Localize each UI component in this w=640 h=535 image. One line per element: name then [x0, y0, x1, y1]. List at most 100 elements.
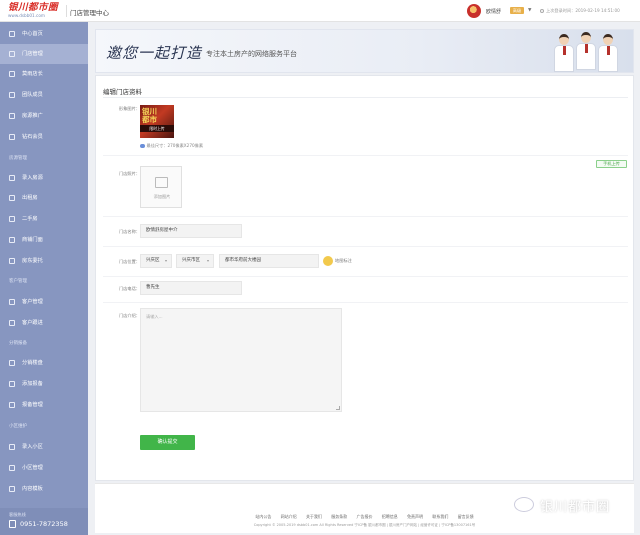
footer-link[interactable]: 招聘信息 [382, 514, 398, 519]
banner-person-image [598, 34, 618, 72]
sidebar-item-label: 录入房源 [22, 175, 43, 181]
promote-icon [9, 113, 15, 119]
chevron-down-icon[interactable]: ▼ [528, 8, 531, 13]
phone-icon [9, 520, 16, 528]
sidebar-group-community: 小区维护 [9, 424, 27, 429]
row-divider [103, 302, 628, 303]
sidebar-item-manager[interactable]: 莫雨店长 [0, 64, 88, 84]
sidebar-item-templates[interactable]: 内容模板 [0, 479, 88, 499]
footer-link[interactable]: 网站介绍 [281, 514, 297, 519]
watermark-text: 银川都市圈 [540, 500, 611, 515]
store-phone-label: 门店电话： [119, 286, 140, 291]
store-icon [9, 51, 15, 57]
add-photo-button[interactable]: 添加图片 [140, 166, 182, 208]
user-name[interactable]: 欧情舒 [486, 8, 501, 15]
footer-link[interactable]: 留言反馈 [458, 514, 474, 519]
sidebar-item-label: 门店管理 [22, 51, 43, 57]
cover-image-text: 银川 都市 [142, 107, 157, 124]
cover-label: 形象图片： [119, 106, 140, 111]
sidebar-item-store-manage[interactable]: 门店管理 [0, 44, 88, 64]
sidebar-item-label: 报备管理 [22, 402, 43, 408]
user-icon [9, 71, 15, 77]
cover-size-hint: 最佳尺寸：270像素X270像素 [140, 143, 203, 149]
city-select[interactable]: 兴庆区 ▾ [140, 254, 172, 268]
edit-icon [9, 175, 15, 181]
sidebar-item-vip[interactable]: 钻石会员 [0, 127, 88, 147]
row-divider [103, 276, 628, 277]
image-placeholder-icon [155, 177, 168, 188]
sidebar-item-resale[interactable]: 二手房 [0, 209, 88, 229]
sidebar-item-report-manage[interactable]: 报备管理 [0, 395, 88, 415]
map-mark-link[interactable]: 地图标注 [335, 258, 352, 264]
sidebar-item-promote[interactable]: 房源推广 [0, 106, 88, 126]
site-logo[interactable]: 银川都市圈 www.dsbb01.com [8, 2, 64, 20]
sidebar-item-label: 商铺门面 [22, 237, 43, 243]
address-input[interactable]: 都市华府前大楼园 [219, 254, 319, 268]
row-divider [103, 216, 628, 217]
sidebar-item-add-report[interactable]: 添加报备 [0, 374, 88, 394]
edit-store-panel: 编辑门店资料 形象图片： 银川 都市 限时上传 最佳尺寸：270像素X270像素 … [95, 75, 634, 481]
mobile-upload-button[interactable]: 手机上传 [596, 160, 627, 168]
district-select[interactable]: 兴庆市区 ▾ [176, 254, 214, 268]
template-icon [9, 486, 15, 492]
store-intro-textarea[interactable]: 请输入... [140, 308, 342, 412]
chevron-down-icon: ▾ [164, 258, 167, 263]
sidebar-item-distribution[interactable]: 分销楼盘 [0, 353, 88, 373]
user-level-badge: 高级 [510, 7, 524, 14]
key-icon [9, 195, 15, 201]
sidebar-group-customers: 客户管理 [9, 279, 27, 284]
store-name-input[interactable]: 欧情舒房屋中介 [140, 224, 242, 238]
sidebar-group-distribution: 分销报备 [9, 341, 27, 346]
chevron-down-icon: ▾ [206, 258, 209, 263]
sidebar-item-label: 团队成员 [22, 92, 43, 98]
sidebar-item-label: 客户管理 [22, 299, 43, 305]
sidebar-item-label: 钻石会员 [22, 134, 43, 140]
sidebar-item-followup[interactable]: 客户跟进 [0, 313, 88, 333]
sidebar-item-label: 录入小区 [22, 444, 43, 450]
sidebar-item-landlord[interactable]: 房东委托 [0, 251, 88, 271]
sidebar-item-customers[interactable]: 客户管理 [0, 292, 88, 312]
sidebar-item-label: 添加报备 [22, 381, 43, 387]
sidebar-item-label: 房东委托 [22, 258, 43, 264]
sidebar-item-shop[interactable]: 商铺门面 [0, 230, 88, 250]
sidebar-item-label: 小区管理 [22, 465, 43, 471]
top-header: 银川都市圈 www.dsbb01.com 门店管理中心 欧情舒 高级 ▼ 上次登… [0, 0, 640, 22]
cover-image[interactable]: 银川 都市 限时上传 [140, 105, 174, 138]
promo-banner: 邀您一起打造 专注本土房产的网络服务平台 [95, 29, 634, 73]
sidebar-item-label: 中心首页 [22, 31, 43, 37]
footer-copyright: Copyright © 2005-2019 dsbb01.com All Rig… [253, 523, 476, 527]
title-divider [103, 97, 628, 98]
footer-link[interactable]: 服务条款 [331, 514, 347, 519]
sidebar-item-add-listing[interactable]: 录入房源 [0, 168, 88, 188]
city-select-value: 兴庆区 [146, 258, 160, 263]
footer-link[interactable]: 站内公告 [255, 514, 271, 519]
hotline-number: 0951-7872358 [20, 520, 68, 528]
textarea-placeholder: 请输入... [146, 314, 163, 319]
info-icon [140, 143, 145, 149]
diamond-icon [9, 134, 15, 140]
store-phone-input[interactable]: 曹先生 [140, 281, 242, 295]
footer-link[interactable]: 联系我们 [432, 514, 448, 519]
sidebar-group-listings: 房源管理 [9, 156, 27, 161]
handshake-icon [9, 258, 15, 264]
row-divider [103, 246, 628, 247]
watermark: 银川都市圈 [506, 491, 636, 519]
submit-button[interactable]: 确认提交 [140, 435, 195, 450]
store-name-label: 门店名称： [119, 229, 140, 234]
hotline-label: 客服热线 [9, 512, 26, 517]
sidebar-item-community[interactable]: 小区管理 [0, 458, 88, 478]
hotline-box: 客服热线 0951-7872358 [0, 508, 88, 535]
store-location-label: 门店位置： [119, 259, 140, 264]
footer-link[interactable]: 免责声明 [407, 514, 423, 519]
resize-handle[interactable] [336, 406, 340, 410]
sidebar-item-add-community[interactable]: 录入小区 [0, 437, 88, 457]
avatar[interactable] [467, 4, 481, 18]
sidebar-item-home[interactable]: 中心首页 [0, 24, 88, 44]
footer-link[interactable]: 关于我们 [306, 514, 322, 519]
map-pin-icon[interactable] [323, 256, 333, 266]
sidebar-item-rental[interactable]: 出租房 [0, 188, 88, 208]
team-icon [9, 92, 15, 98]
home-icon [9, 31, 15, 37]
footer-link[interactable]: 广告报价 [357, 514, 373, 519]
sidebar-item-team[interactable]: 团队成员 [0, 85, 88, 105]
